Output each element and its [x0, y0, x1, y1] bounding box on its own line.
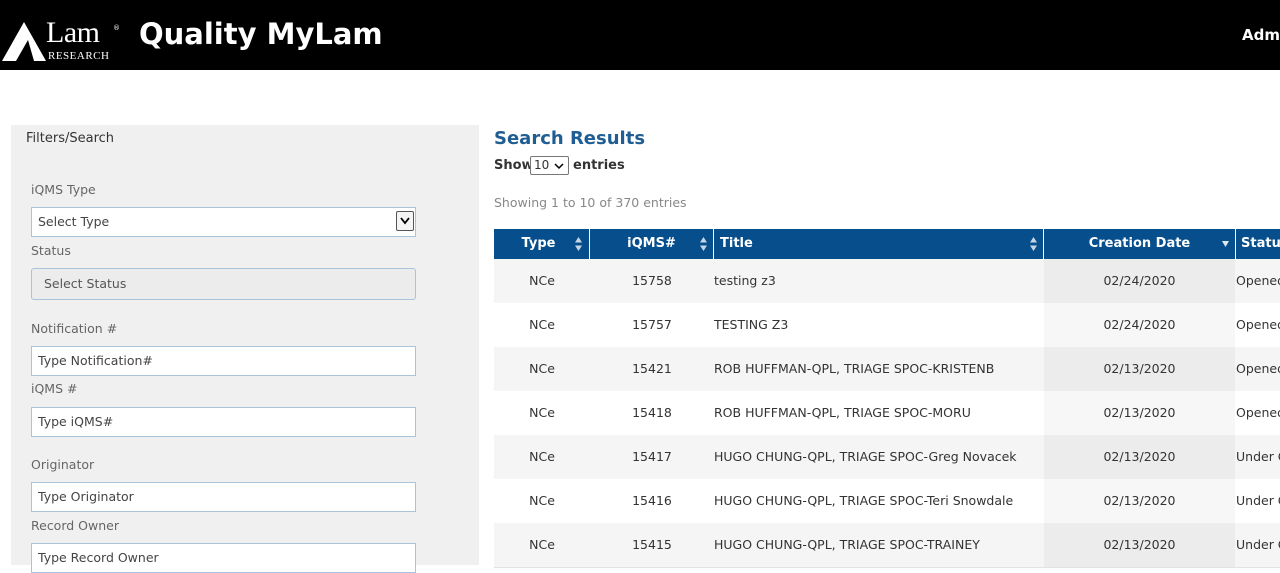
- showing-info: Showing 1 to 10 of 370 entries: [494, 195, 687, 210]
- iqms-type-label: iQMS Type: [31, 182, 96, 197]
- admin-link[interactable]: Admi: [1242, 26, 1280, 44]
- sort-both-icon: [575, 237, 582, 251]
- record-owner-label: Record Owner: [31, 518, 119, 533]
- cell-status: Opened: [1236, 273, 1280, 288]
- cell-type: NCe: [529, 449, 555, 464]
- logo-subtitle: RESEARCH: [48, 50, 110, 62]
- cell-creation-date: 02/24/2020: [1103, 317, 1176, 332]
- cell-iqms-number[interactable]: 15758: [590, 259, 714, 303]
- cell-title[interactable]: testing z3: [714, 259, 1044, 303]
- cell-iqms-number[interactable]: 15421: [590, 347, 714, 391]
- mountain-logo-icon: [2, 22, 46, 61]
- table-row[interactable]: NCe 15418 ROB HUFFMAN-QPL, TRIAGE SPOC-MOR…: [494, 391, 1280, 436]
- status-select[interactable]: Select Status: [31, 268, 416, 300]
- entries-label: entries: [573, 158, 625, 173]
- record-owner-input[interactable]: Type Record Owner: [31, 543, 416, 573]
- cell-status: Under C: [1236, 537, 1280, 552]
- cell-type: NCe: [529, 273, 555, 288]
- notification-input[interactable]: Type Notification#: [31, 346, 416, 376]
- cell-iqms-number[interactable]: 15417: [590, 435, 714, 479]
- cell-iqms-number[interactable]: 15418: [590, 391, 714, 435]
- entries-select[interactable]: 10: [530, 156, 569, 175]
- column-header-label: Type: [521, 236, 556, 251]
- column-header-iqms[interactable]: iQMS#: [590, 229, 714, 259]
- cell-iqms-number[interactable]: 15416: [590, 479, 714, 523]
- cell-status: Opened: [1236, 361, 1280, 376]
- entries-value: 10: [534, 158, 550, 172]
- cell-type: NCe: [529, 537, 555, 552]
- cell-title[interactable]: TESTING Z3: [714, 303, 1044, 347]
- table-header: Type iQMS# Title Creation Date Status: [494, 229, 1280, 259]
- column-header-label: iQMS#: [627, 236, 676, 251]
- cell-type: NCe: [529, 493, 555, 508]
- table-row[interactable]: NCe 15757TESTING Z3 02/24/2020 Opened: [494, 303, 1280, 348]
- status-label: Status: [31, 243, 71, 258]
- iqms-number-placeholder: Type iQMS#: [38, 414, 114, 429]
- sort-both-icon: [1030, 237, 1037, 251]
- column-header-title[interactable]: Title: [714, 229, 1044, 259]
- chevron-down-icon: [396, 211, 414, 231]
- table-row[interactable]: NCe 15415 HUGO CHUNG-QPL, TRIAGE SPOC-TRAI…: [494, 523, 1280, 568]
- iqms-number-input[interactable]: Type iQMS#: [31, 407, 416, 437]
- originator-input[interactable]: Type Originator: [31, 482, 416, 512]
- sort-both-icon: [700, 237, 707, 251]
- cell-creation-date: 02/13/2020: [1103, 361, 1176, 376]
- cell-title[interactable]: ROB HUFFMAN-QPL, TRIAGE SPOC-KRISTENB: [714, 347, 1044, 391]
- cell-status: Opened: [1236, 317, 1280, 332]
- cell-creation-date: 02/13/2020: [1103, 537, 1176, 552]
- column-header-status[interactable]: Status: [1236, 229, 1280, 259]
- originator-placeholder: Type Originator: [38, 489, 134, 504]
- lam-research-logo[interactable]: Lam ® RESEARCH: [0, 16, 120, 64]
- column-header-type[interactable]: Type: [494, 229, 590, 259]
- cell-iqms-number[interactable]: 15757: [590, 303, 714, 347]
- cell-creation-date: 02/24/2020: [1103, 273, 1176, 288]
- notification-label: Notification #: [31, 321, 118, 336]
- record-owner-placeholder: Type Record Owner: [38, 550, 159, 565]
- column-header-creation-date[interactable]: Creation Date: [1044, 229, 1236, 259]
- cell-iqms-number[interactable]: 15415: [590, 523, 714, 567]
- cell-creation-date: 02/13/2020: [1103, 405, 1176, 420]
- iqms-type-value: Select Type: [38, 214, 110, 229]
- logo-trademark: ®: [113, 24, 120, 32]
- cell-status: Under C: [1236, 493, 1280, 508]
- search-results-title: Search Results: [494, 128, 646, 149]
- cell-type: NCe: [529, 317, 555, 332]
- iqms-type-select[interactable]: Select Type: [31, 207, 416, 237]
- cell-status: Under C: [1236, 449, 1280, 464]
- column-header-label: Title: [720, 236, 753, 251]
- table-row[interactable]: NCe 15417 HUGO CHUNG-QPL, TRIAGE SPOC-Greg…: [494, 435, 1280, 480]
- logo-wordmark: Lam: [46, 16, 100, 49]
- cell-title[interactable]: HUGO CHUNG-QPL, TRIAGE SPOC-TRAINEY: [714, 523, 1044, 567]
- app-title: Quality MyLam: [139, 17, 383, 51]
- cell-creation-date: 02/13/2020: [1103, 449, 1176, 464]
- filters-panel: Filters/Search iQMS Type Select Type Sta…: [11, 125, 479, 573]
- chevron-down-icon: [554, 163, 564, 170]
- iqms-number-label: iQMS #: [31, 381, 78, 396]
- originator-label: Originator: [31, 457, 95, 472]
- cell-title[interactable]: HUGO CHUNG-QPL, TRIAGE SPOC-Teri Snowdal…: [714, 479, 1044, 523]
- cell-type: NCe: [529, 405, 555, 420]
- cell-creation-date: 02/13/2020: [1103, 493, 1176, 508]
- status-placeholder: Select Status: [44, 276, 127, 291]
- sort-desc-icon: [1222, 241, 1229, 247]
- cell-title[interactable]: ROB HUFFMAN-QPL, TRIAGE SPOC-MORU: [714, 391, 1044, 435]
- column-header-label: Status: [1241, 236, 1280, 251]
- column-header-label: Creation Date: [1088, 236, 1191, 251]
- table-row[interactable]: NCe 15416 HUGO CHUNG-QPL, TRIAGE SPOC-Teri…: [494, 479, 1280, 524]
- table-row[interactable]: NCe 15421 ROB HUFFMAN-QPL, TRIAGE SPOC-KRI…: [494, 347, 1280, 392]
- filters-title: Filters/Search: [26, 131, 115, 146]
- show-label: Show: [494, 158, 534, 173]
- table-row[interactable]: NCe 15758testing z3 02/24/2020 Opened: [494, 259, 1280, 304]
- cell-title[interactable]: HUGO CHUNG-QPL, TRIAGE SPOC-Greg Novacek: [714, 435, 1044, 479]
- top-bar: Lam ® RESEARCH Quality MyLam Admi: [0, 0, 1280, 70]
- cell-type: NCe: [529, 361, 555, 376]
- notification-placeholder: Type Notification#: [38, 353, 153, 368]
- cell-status: Opened: [1236, 405, 1280, 420]
